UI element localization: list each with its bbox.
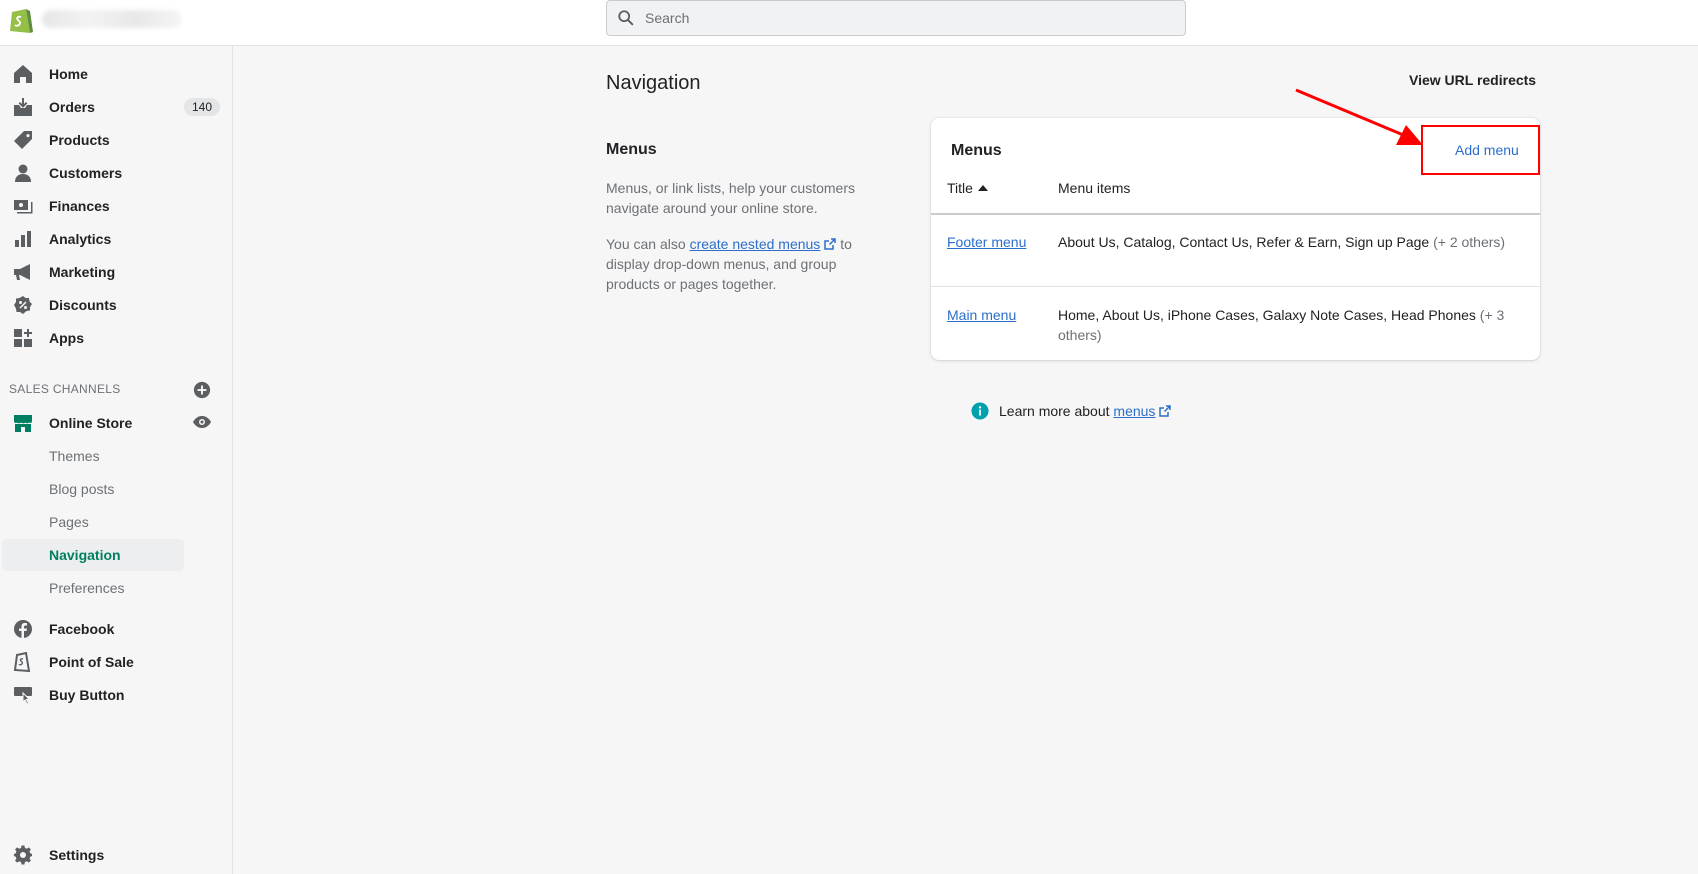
- sidebar-item-label: Online Store: [49, 415, 133, 431]
- bar-chart-icon: [12, 229, 34, 249]
- sidebar-item-settings[interactable]: Settings: [0, 839, 233, 871]
- sidebar-item-label: Customers: [49, 165, 123, 181]
- menus-help-link[interactable]: menus: [1113, 403, 1155, 419]
- footer-menu-link[interactable]: Footer menu: [947, 234, 1026, 250]
- sidebar-item-label: Facebook: [49, 621, 115, 637]
- sidebar-item-blog-posts[interactable]: Blog posts: [0, 473, 233, 505]
- sidebar-item-label: Orders: [49, 99, 95, 115]
- menu-items-list: About Us, Catalog, Contact Us, Refer & E…: [1058, 234, 1430, 250]
- sidebar-item-pages[interactable]: Pages: [0, 506, 233, 538]
- megaphone-icon: [12, 262, 34, 282]
- top-bar: [0, 0, 1698, 46]
- sidebar-item-preferences[interactable]: Preferences: [0, 572, 233, 604]
- sidebar-item-label: Finances: [49, 198, 110, 214]
- table-header-divider: [931, 213, 1540, 215]
- column-header-title[interactable]: Title: [947, 180, 988, 196]
- sidebar-item-label: Discounts: [49, 297, 117, 313]
- pos-icon: [12, 652, 34, 672]
- column-header-title-label: Title: [947, 180, 973, 196]
- discount-icon: [12, 295, 34, 315]
- sidebar-item-home[interactable]: Home: [0, 58, 233, 90]
- home-icon: [12, 64, 34, 84]
- sort-ascending-icon: [977, 185, 988, 191]
- table-row-items: Home, About Us, iPhone Cases, Galaxy Not…: [1058, 305, 1523, 345]
- sidebar-item-label: Home: [49, 66, 88, 82]
- annotation-highlight-box: [1421, 125, 1540, 175]
- sidebar-item-customers[interactable]: Customers: [0, 157, 233, 189]
- sidebar-item-label: Pages: [49, 514, 89, 530]
- sidebar-item-orders[interactable]: Orders 140: [0, 91, 233, 123]
- search-icon: [618, 10, 634, 26]
- sidebar-item-point-of-sale[interactable]: Point of Sale: [0, 646, 233, 678]
- sidebar-item-label: Preferences: [49, 580, 125, 596]
- sidebar-item-products[interactable]: Products: [0, 124, 233, 156]
- sidebar-item-label: Products: [49, 132, 110, 148]
- table-row-title: Footer menu: [947, 232, 1037, 252]
- view-store-eye-icon[interactable]: [192, 414, 212, 430]
- menu-items-more: (+ 2 others): [1433, 234, 1506, 250]
- store-icon: [12, 413, 34, 433]
- shopify-logo-icon[interactable]: [8, 5, 34, 35]
- sidebar-item-apps[interactable]: Apps: [0, 322, 233, 354]
- table-row-items: About Us, Catalog, Contact Us, Refer & E…: [1058, 232, 1523, 252]
- sidebar-item-facebook[interactable]: Facebook: [0, 613, 233, 645]
- sidebar-item-label: Themes: [49, 448, 100, 464]
- sidebar: Home Orders 140 Products Customers Finan…: [0, 46, 233, 874]
- orders-count-badge: 140: [183, 98, 220, 116]
- table-row-title: Main menu: [947, 305, 1037, 325]
- page-title: Navigation: [606, 72, 701, 94]
- external-link-icon: [824, 238, 837, 250]
- sidebar-item-themes[interactable]: Themes: [0, 440, 233, 472]
- annotation-arrow: [1295, 88, 1423, 145]
- orders-icon: [12, 97, 34, 117]
- sidebar-item-buy-button[interactable]: Buy Button: [0, 679, 233, 711]
- learn-more-prefix: Learn more about: [999, 403, 1114, 419]
- sidebar-item-navigation[interactable]: Navigation: [2, 539, 184, 571]
- sidebar-item-label: Apps: [49, 330, 84, 346]
- sidebar-item-label: Navigation: [49, 547, 121, 563]
- sidebar-item-discounts[interactable]: Discounts: [0, 289, 233, 321]
- column-header-menu-items: Menu items: [1058, 180, 1131, 196]
- sidebar-item-label: Settings: [49, 847, 105, 863]
- gear-icon: [12, 845, 34, 865]
- facebook-icon: [12, 619, 34, 639]
- create-nested-menus-link[interactable]: create nested menus: [690, 236, 821, 252]
- sidebar-item-label: Buy Button: [49, 687, 125, 703]
- menus-section-description: Menus, or link lists, help your customer…: [606, 180, 855, 216]
- sidebar-item-analytics[interactable]: Analytics: [0, 223, 233, 255]
- menu-items-list: Home, About Us, iPhone Cases, Galaxy Not…: [1058, 307, 1476, 323]
- menus-section-title: Menus: [606, 141, 657, 158]
- sidebar-item-label: Marketing: [49, 264, 116, 280]
- sales-channels-heading: SALES CHANNELS: [9, 382, 121, 396]
- search-input[interactable]: [645, 10, 1145, 26]
- tag-icon: [12, 130, 34, 150]
- sidebar-item-finances[interactable]: Finances: [0, 190, 233, 222]
- add-sales-channel-icon[interactable]: [193, 381, 211, 399]
- buy-button-icon: [12, 685, 34, 705]
- row-divider: [931, 286, 1540, 287]
- sidebar-item-label: Analytics: [49, 231, 112, 247]
- sidebar-item-marketing[interactable]: Marketing: [0, 256, 233, 288]
- learn-more-footer: Learn more about menus: [971, 402, 1172, 420]
- person-icon: [12, 163, 34, 183]
- finances-icon: [12, 196, 34, 216]
- nested-menus-help-text: You can also create nested menus to disp…: [606, 234, 868, 294]
- main-menu-link[interactable]: Main menu: [947, 307, 1016, 323]
- apps-icon: [12, 328, 34, 348]
- info-icon: [971, 402, 989, 420]
- sidebar-item-label: Blog posts: [49, 481, 115, 497]
- search-bar[interactable]: [606, 0, 1186, 36]
- nested-prefix: You can also: [606, 236, 690, 252]
- store-name-blurred[interactable]: [42, 10, 182, 28]
- card-title: Menus: [951, 142, 1002, 159]
- external-link-icon: [1159, 405, 1172, 417]
- sidebar-item-label: Point of Sale: [49, 654, 134, 670]
